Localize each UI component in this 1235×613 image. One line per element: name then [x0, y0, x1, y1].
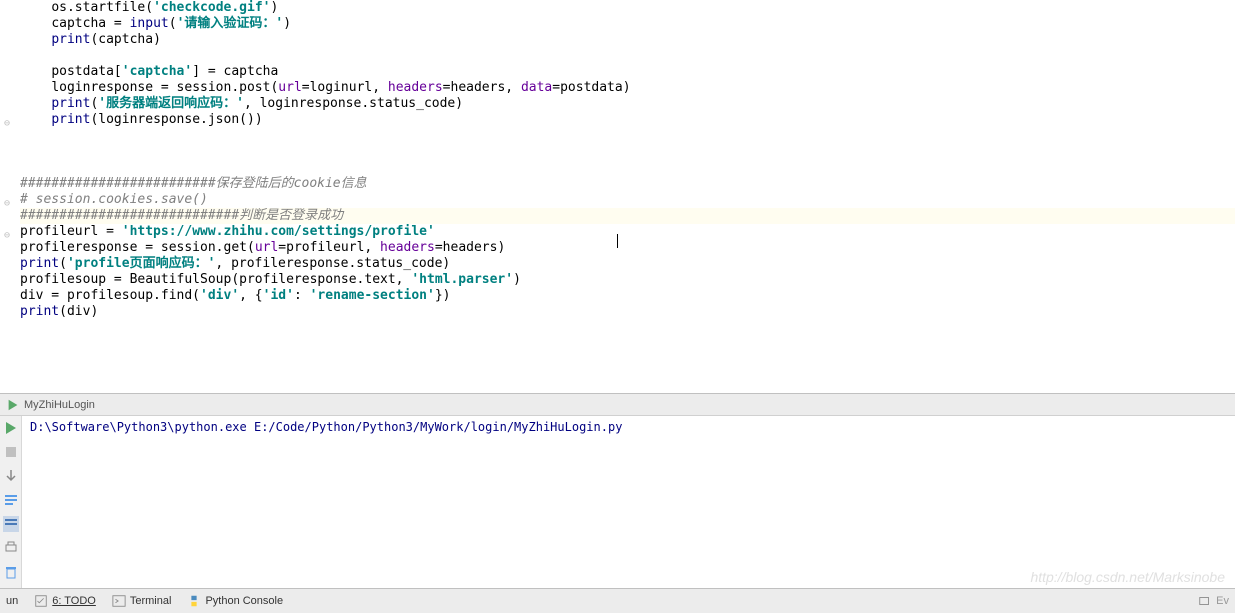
event-icon	[1198, 594, 1212, 608]
fold-marker[interactable]: ⊖	[4, 228, 10, 244]
code-line[interactable]: print(captcha)	[20, 32, 1235, 48]
todo-toolwindow-button[interactable]: 6: TODO	[34, 594, 96, 608]
python-icon	[187, 594, 201, 608]
event-log-button[interactable]: Ev	[1198, 594, 1229, 608]
code-line[interactable]: print(div)	[20, 304, 1235, 320]
code-line[interactable]: #########################保存登陆后的cookie信息	[20, 176, 1235, 192]
code-editor[interactable]: os.startfile('checkcode.gif') captcha = …	[0, 0, 1235, 393]
terminal-label: Terminal	[130, 595, 172, 607]
code-line[interactable]: profilesoup = BeautifulSoup(profilerespo…	[20, 272, 1235, 288]
event-label: Ev	[1216, 595, 1229, 607]
fold-marker[interactable]: ⊖	[4, 196, 10, 212]
code-line[interactable]: loginresponse = session.post(url=loginur…	[20, 80, 1235, 96]
toggle-softwrap-button[interactable]	[3, 516, 19, 532]
output-line: D:\Software\Python3\python.exe E:/Code/P…	[30, 420, 1227, 434]
terminal-icon	[112, 594, 126, 608]
fold-marker[interactable]: ⊖	[4, 116, 10, 132]
wrap-button[interactable]	[3, 492, 19, 508]
text-cursor	[617, 234, 618, 248]
run-output[interactable]: D:\Software\Python3\python.exe E:/Code/P…	[22, 416, 1235, 588]
terminal-toolwindow-button[interactable]: Terminal	[112, 594, 172, 608]
run-toolbar	[0, 416, 22, 588]
trash-button[interactable]	[3, 564, 19, 580]
code-line[interactable]: print(loginresponse.json())	[20, 112, 1235, 128]
status-bar: un 6: TODO Terminal Python Console Ev	[0, 588, 1235, 613]
code-line[interactable]: postdata['captcha'] = captcha	[20, 64, 1235, 80]
code-line[interactable]: profileresponse = session.get(url=profil…	[20, 240, 1235, 256]
todo-icon	[34, 594, 48, 608]
code-line[interactable]: os.startfile('checkcode.gif')	[20, 0, 1235, 16]
stop-button[interactable]	[3, 444, 19, 460]
code-line[interactable]	[20, 160, 1235, 176]
code-line[interactable]: print('服务器端返回响应码：', loginresponse.status…	[20, 96, 1235, 112]
python-console-toolwindow-button[interactable]: Python Console	[187, 594, 283, 608]
run-label: un	[6, 595, 18, 607]
code-line[interactable]: captcha = input('请输入验证码：')	[20, 16, 1235, 32]
run-tab-title: MyZhiHuLogin	[24, 399, 95, 411]
code-line[interactable]: profileurl = 'https://www.zhihu.com/sett…	[20, 224, 1235, 240]
code-line[interactable]	[20, 144, 1235, 160]
down-button[interactable]	[3, 468, 19, 484]
todo-label: 6: TODO	[52, 595, 96, 607]
rerun-button[interactable]	[3, 420, 19, 436]
run-toolwindow-button[interactable]: un	[6, 595, 18, 607]
run-tab-header[interactable]: MyZhiHuLogin	[0, 394, 1235, 416]
code-line[interactable]: # session.cookies.save()	[20, 192, 1235, 208]
code-line[interactable]	[20, 48, 1235, 64]
code-line[interactable]	[20, 128, 1235, 144]
print-button[interactable]	[3, 540, 19, 556]
run-icon	[6, 398, 20, 412]
code-line[interactable]: ############################判断是否登录成功	[20, 208, 1235, 224]
run-tool-window: MyZhiHuLogin D:\Software\Python3\python.…	[0, 393, 1235, 588]
code-line[interactable]: print('profile页面响应码：', profileresponse.s…	[20, 256, 1235, 272]
python-console-label: Python Console	[205, 595, 283, 607]
code-line[interactable]: div = profilesoup.find('div', {'id': 're…	[20, 288, 1235, 304]
